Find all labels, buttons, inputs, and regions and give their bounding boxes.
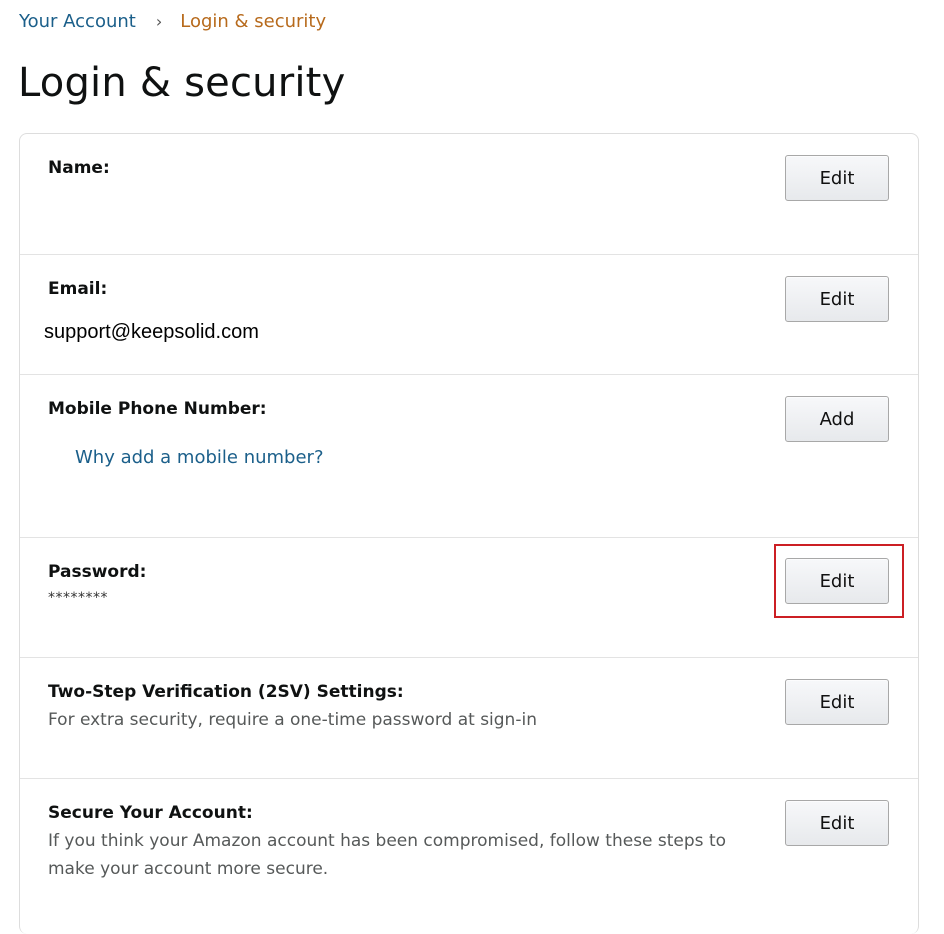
email-row: Email: support@keepsolid.com Edit (20, 255, 918, 375)
two-step-verification-row: Two-Step Verification (2SV) Settings: Fo… (20, 658, 918, 779)
name-label: Name: (48, 158, 110, 178)
email-label: Email: (48, 279, 108, 299)
breadcrumb-current: Login & security (180, 10, 327, 32)
password-label: Password: (48, 562, 147, 582)
email-edit-button[interactable]: Edit (785, 276, 889, 322)
breadcrumb-your-account-link[interactable]: Your Account (19, 11, 136, 32)
mobile-phone-row: Mobile Phone Number: Why add a mobile nu… (20, 375, 918, 538)
breadcrumb: Your Account › Login & security (19, 9, 326, 33)
secure-account-edit-button[interactable]: Edit (785, 800, 889, 846)
password-edit-button[interactable]: Edit (785, 558, 889, 604)
two-step-description: For extra security, require a one-time p… (48, 710, 537, 730)
page-title: Login & security (18, 60, 346, 106)
secure-account-description-line1: If you think your Amazon account has bee… (48, 831, 727, 851)
secure-account-description-line2: make your account more secure. (48, 859, 329, 879)
why-add-mobile-link[interactable]: Why add a mobile number? (75, 447, 324, 468)
secure-account-label: Secure Your Account: (48, 803, 253, 823)
login-security-card: Name: Edit Email: support@keepsolid.com … (19, 133, 919, 934)
password-row: Password: ******** Edit (20, 538, 918, 658)
two-step-label: Two-Step Verification (2SV) Settings: (48, 682, 404, 702)
name-edit-button[interactable]: Edit (785, 155, 889, 201)
email-value: support@keepsolid.com (44, 321, 259, 343)
name-row: Name: Edit (20, 134, 918, 255)
mobile-add-button[interactable]: Add (785, 396, 889, 442)
two-step-edit-button[interactable]: Edit (785, 679, 889, 725)
secure-account-row: Secure Your Account: If you think your A… (20, 779, 918, 929)
breadcrumb-separator-icon: › (155, 11, 163, 31)
password-value: ******** (48, 590, 108, 606)
mobile-phone-label: Mobile Phone Number: (48, 399, 267, 419)
